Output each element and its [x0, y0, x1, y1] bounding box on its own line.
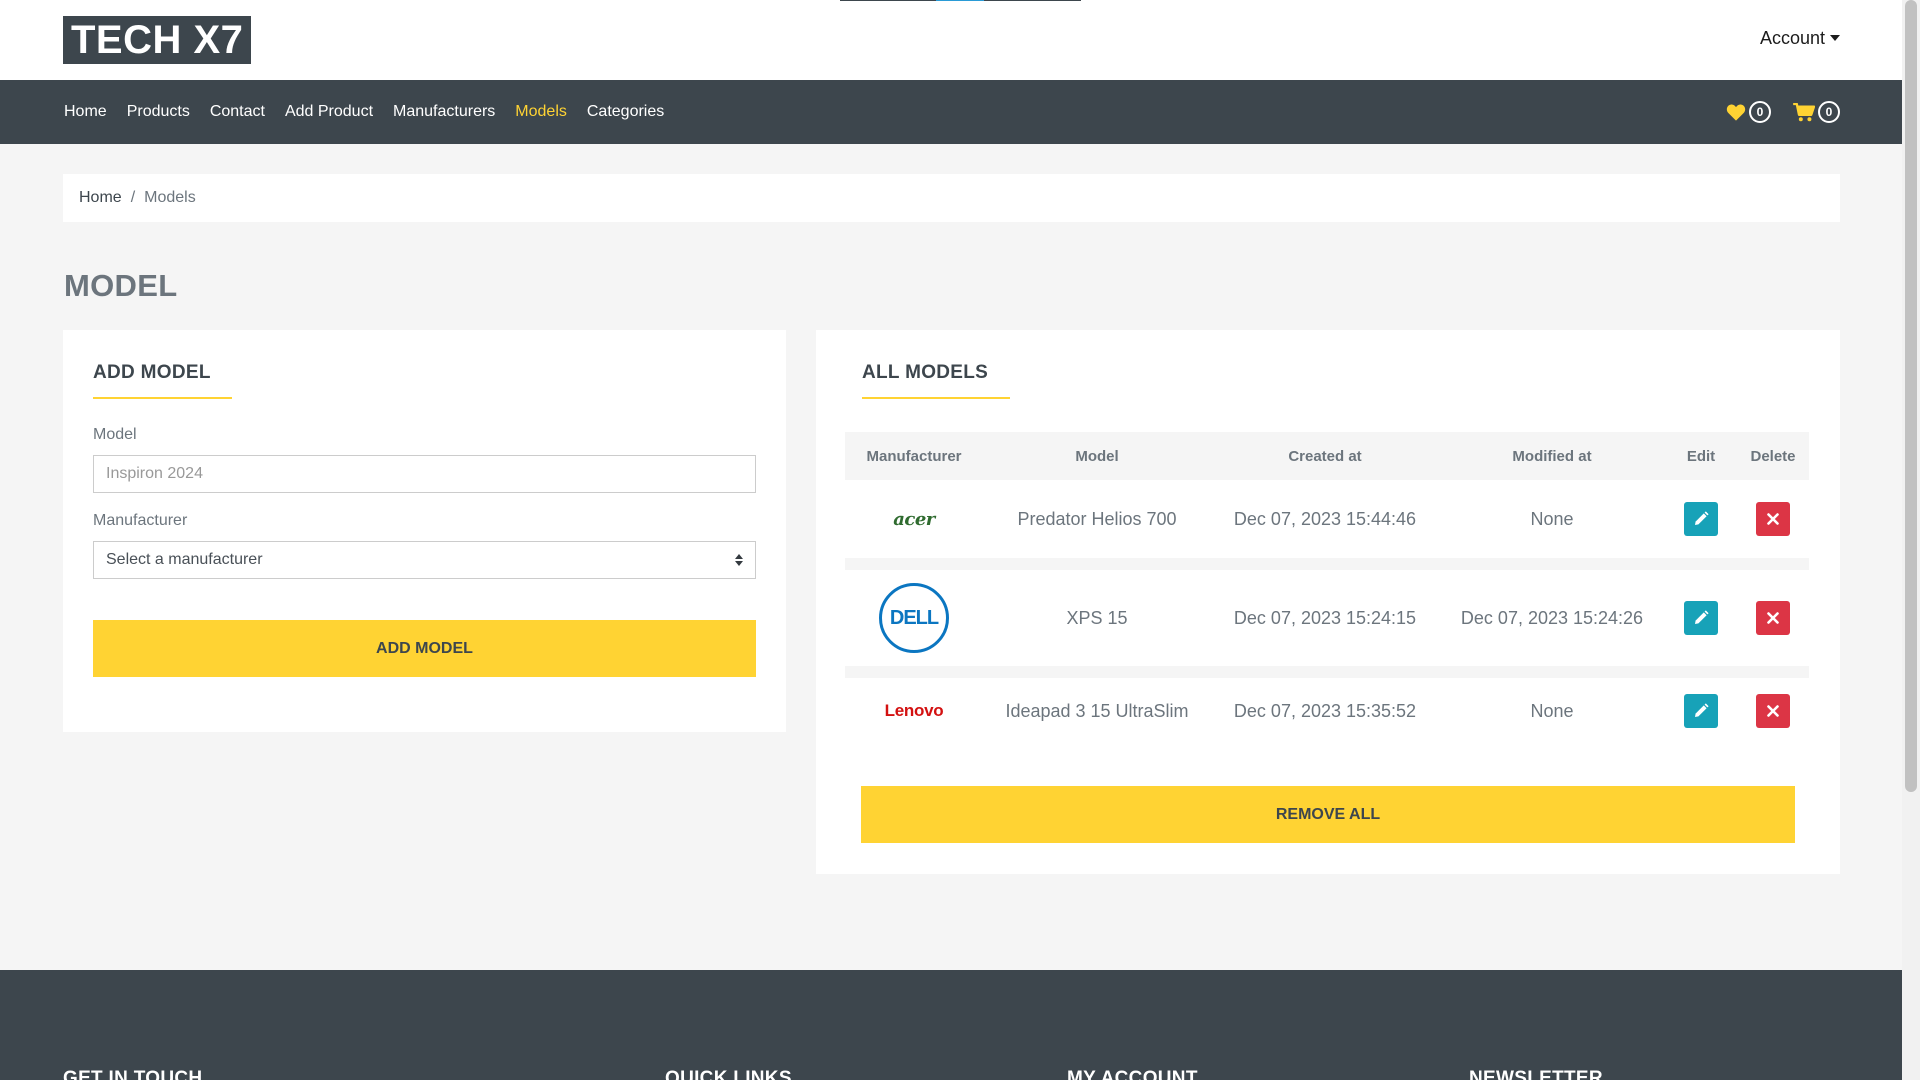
close-icon [1767, 705, 1779, 717]
lenovo-logo: Lenovo [884, 701, 944, 720]
pencil-icon [1695, 610, 1709, 624]
model-input[interactable] [93, 455, 756, 493]
page-title: MODEL [64, 268, 178, 303]
row-separator [845, 558, 1809, 570]
site-footer: GET IN TOUCH QUICK LINKS MY ACCOUNT NEWS… [0, 970, 1902, 1080]
remove-all-button[interactable]: REMOVE ALL [861, 786, 1795, 843]
table-row: DELL XPS 15 Dec 07, 2023 15:24:15 Dec 07… [845, 570, 1809, 666]
delete-cell [1737, 502, 1809, 536]
acer-logo: acer [893, 508, 935, 530]
scrollbar-thumb[interactable] [1905, 0, 1917, 792]
model-cell: XPS 15 [1066, 607, 1128, 628]
nav-item-categories[interactable]: Categories [587, 103, 664, 121]
column-header-manufacturer: Manufacturer [866, 447, 962, 465]
created-at-cell: Dec 07, 2023 15:44:46 [1233, 508, 1417, 529]
created-at-cell: Dec 07, 2023 15:24:15 [1233, 607, 1417, 628]
edit-cell [1665, 601, 1737, 635]
models-table: Manufacturer Model Created at Modified a… [845, 432, 1809, 744]
nav-item-products[interactable]: Products [127, 103, 190, 121]
add-model-title-underline [93, 397, 232, 399]
dell-logo: DELL [879, 583, 949, 653]
model-field-label: Model [93, 426, 137, 443]
wishlist-count-badge: 0 [1749, 101, 1771, 123]
pencil-icon [1695, 703, 1709, 717]
edit-cell [1665, 502, 1737, 536]
edit-button[interactable] [1684, 502, 1718, 536]
column-header-created-at: Created at [1288, 447, 1362, 465]
footer-title-get-in-touch: GET IN TOUCH [63, 1068, 203, 1080]
account-label: Account [1759, 28, 1825, 48]
nav-item-models[interactable]: Models [515, 103, 567, 121]
main-navbar: Home Products Contact Add Product Manufa… [0, 80, 1902, 144]
edit-button[interactable] [1684, 694, 1718, 728]
model-cell: Ideapad 3 15 UltraSlim [1005, 700, 1189, 721]
heart-icon [1726, 104, 1746, 121]
table-header: Manufacturer Model Created at Modified a… [845, 432, 1809, 480]
top-header: TECH X7 Account [0, 0, 1902, 80]
breadcrumb-current: Models [144, 189, 196, 206]
row-separator [845, 666, 1809, 678]
column-header-modified-at: Modified at [1512, 447, 1592, 465]
cart-button[interactable]: 0 [1793, 101, 1840, 123]
column-header-delete: Delete [1750, 447, 1796, 465]
all-models-title: ALL MODELS [862, 362, 989, 383]
column-header-model: Model [1075, 447, 1119, 465]
nav-icons: 0 0 [1726, 80, 1840, 144]
manufacturer-select[interactable]: Select a manufacturer [93, 541, 756, 579]
add-model-card: ADD MODEL Model Manufacturer Select a ma… [63, 330, 786, 732]
caret-down-icon [1830, 34, 1840, 41]
breadcrumb: Home / Models [63, 174, 1840, 222]
cart-icon [1793, 102, 1815, 121]
footer-title-newsletter: NEWSLETTER [1469, 1068, 1603, 1080]
manufacturer-select-value: Select a manufacturer [106, 551, 263, 568]
column-header-edit: Edit [1686, 447, 1716, 465]
delete-cell [1737, 601, 1809, 635]
model-cell: Predator Helios 700 [1017, 508, 1177, 529]
footer-title-my-account: MY ACCOUNT [1067, 1068, 1198, 1080]
nav-item-add-product[interactable]: Add Product [285, 103, 373, 121]
manufacturer-field-label: Manufacturer [93, 512, 188, 529]
breadcrumb-separator: / [130, 189, 136, 206]
wishlist-button[interactable]: 0 [1726, 101, 1771, 123]
site-logo[interactable]: TECH X7 [63, 16, 252, 64]
edit-cell [1665, 694, 1737, 728]
all-models-title-underline [862, 397, 1010, 399]
created-at-cell: Dec 07, 2023 15:35:52 [1233, 700, 1417, 721]
nav-links: Home Products Contact Add Product Manufa… [64, 80, 664, 144]
footer-title-quick-links: QUICK LINKS [665, 1068, 792, 1080]
manufacturer-logo-cell: Lenovo [845, 701, 983, 721]
account-dropdown[interactable]: Account [1760, 28, 1840, 49]
modified-at-cell: None [1530, 700, 1574, 721]
manufacturer-logo-cell: DELL [845, 583, 983, 653]
table-row: acer Predator Helios 700 Dec 07, 2023 15… [845, 480, 1809, 558]
modified-at-cell: Dec 07, 2023 15:24:26 [1460, 607, 1644, 628]
delete-cell [1737, 694, 1809, 728]
close-icon [1767, 612, 1779, 624]
select-arrows-icon [735, 554, 743, 566]
add-model-title: ADD MODEL [93, 362, 211, 383]
delete-button[interactable] [1756, 502, 1790, 536]
table-row: Lenovo Ideapad 3 15 UltraSlim Dec 07, 20… [845, 678, 1809, 744]
add-model-button[interactable]: ADD MODEL [93, 620, 756, 677]
delete-button[interactable] [1756, 694, 1790, 728]
nav-item-contact[interactable]: Contact [210, 103, 265, 121]
nav-item-home[interactable]: Home [64, 103, 107, 121]
manufacturer-logo-cell: acer [845, 509, 983, 530]
loading-bar [840, 0, 1081, 1]
pencil-icon [1695, 511, 1709, 525]
loading-bar-progress [936, 0, 984, 1]
cart-count-badge: 0 [1818, 101, 1840, 123]
edit-button[interactable] [1684, 601, 1718, 635]
close-icon [1767, 513, 1779, 525]
delete-button[interactable] [1756, 601, 1790, 635]
nav-item-manufacturers[interactable]: Manufacturers [393, 103, 495, 121]
modified-at-cell: None [1530, 508, 1574, 529]
page-scrollbar[interactable] [1902, 0, 1920, 1080]
breadcrumb-home-link[interactable]: Home [79, 189, 122, 207]
all-models-card: ALL MODELS Manufacturer Model Created at… [816, 330, 1840, 874]
